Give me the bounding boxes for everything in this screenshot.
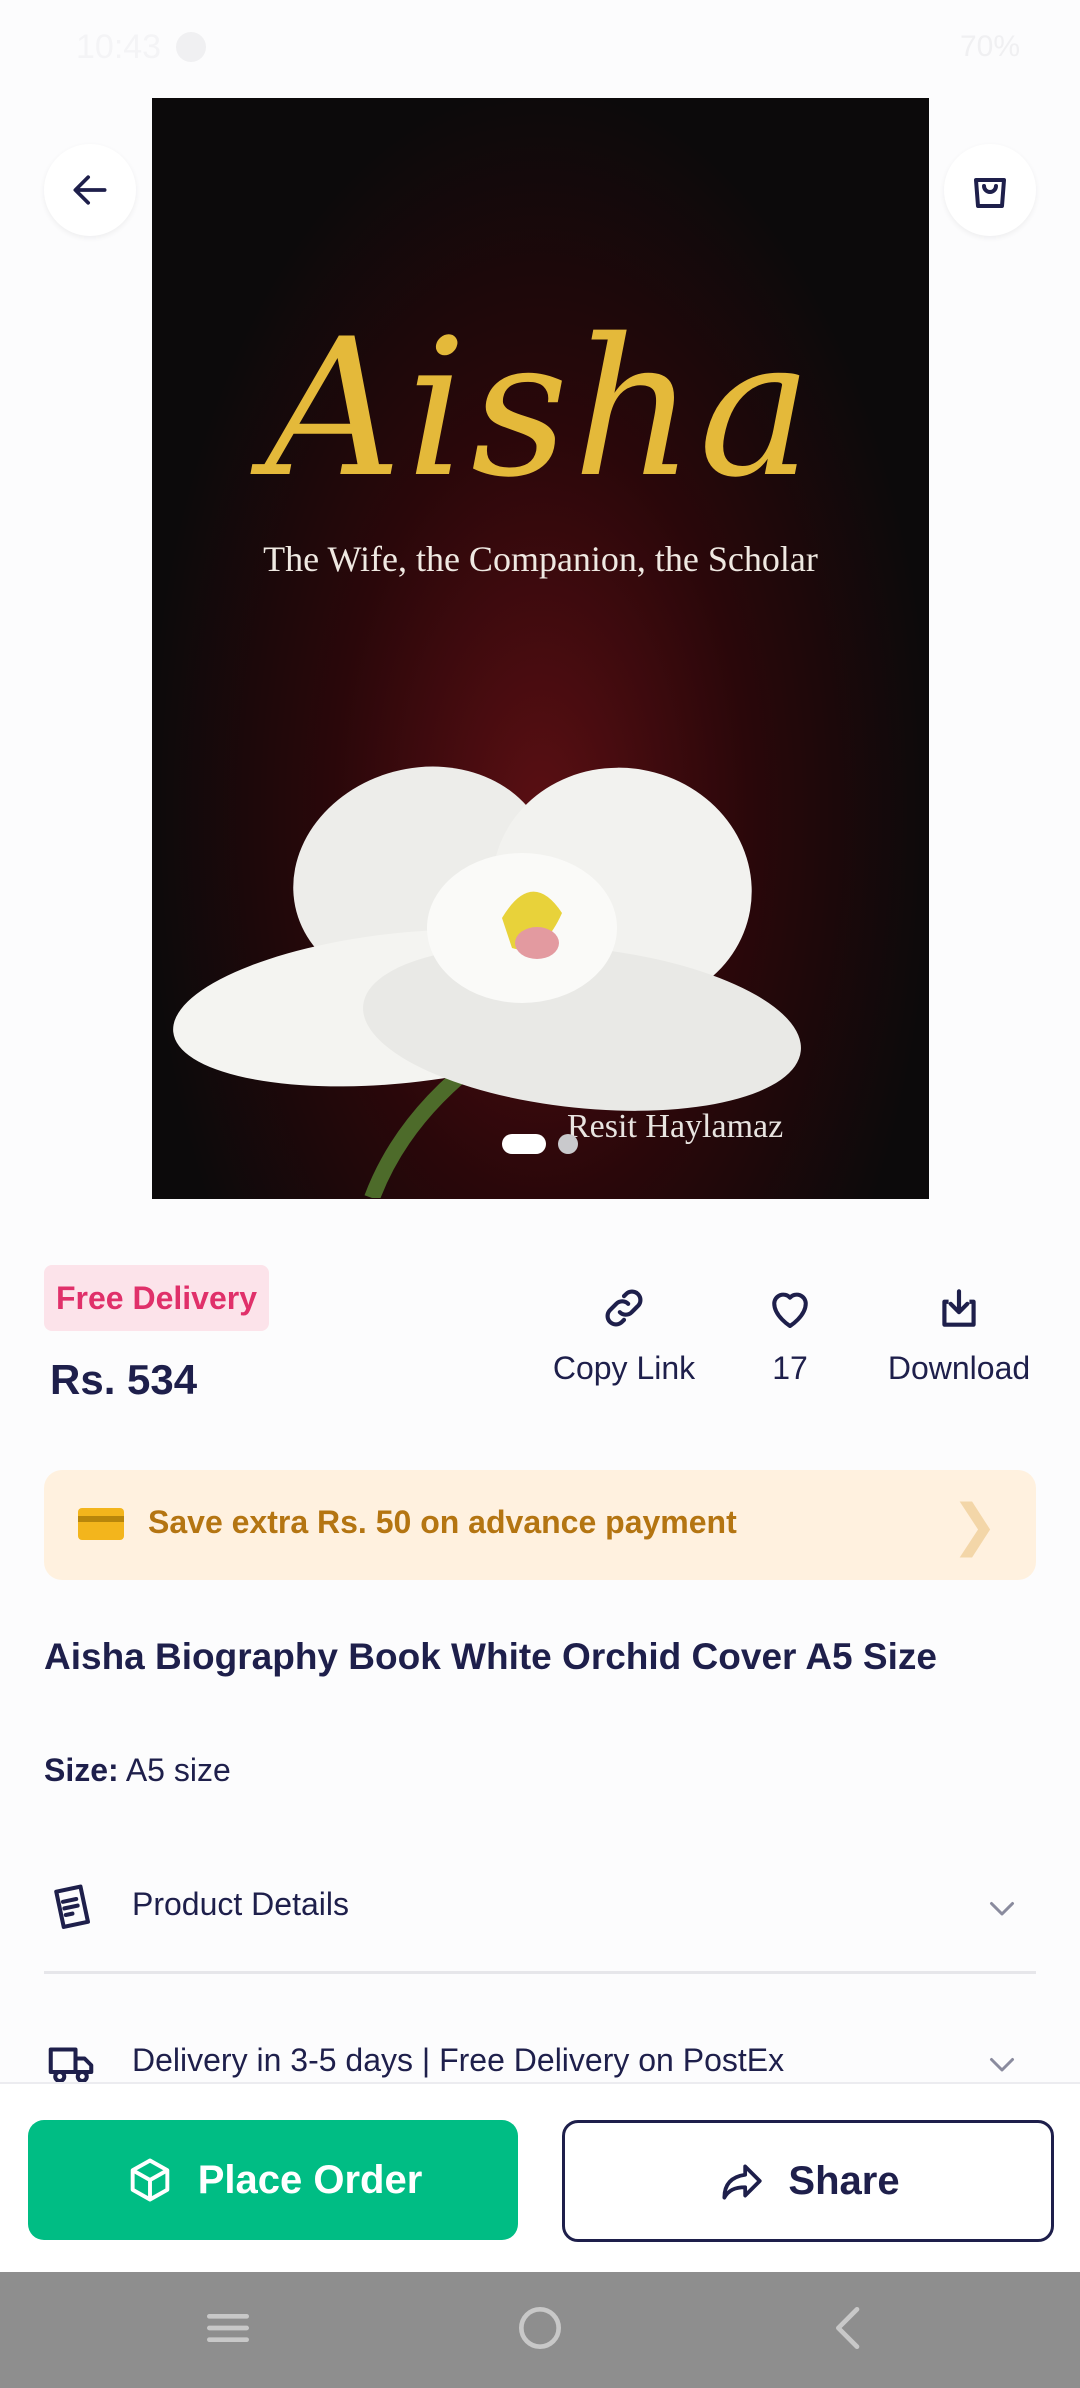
back-button[interactable] [44,144,136,236]
battery-level: 70% [959,30,1020,63]
product-title: Aisha Biography Book White Orchid Cover … [44,1636,937,1677]
copy-link-button[interactable]: Copy Link [540,1280,708,1387]
status-time: 10:43 [76,28,162,66]
share-arrow-icon [722,2164,763,2200]
like-count: 17 [772,1350,808,1386]
image-pager[interactable] [502,1134,578,1154]
system-nav-bar [0,2272,1080,2388]
home-icon[interactable] [512,2300,568,2356]
pager-dot-active[interactable] [502,1134,546,1154]
delivery-label: Delivery in 3-5 days | Free Delivery on … [132,2042,785,2078]
cover-author: Resit Haylamaz [567,1108,784,1145]
like-button[interactable]: 17 [735,1280,845,1387]
pager-dot[interactable] [558,1134,578,1154]
download-icon [942,1289,976,1327]
advance-payment-banner[interactable]: Save extra Rs. 50 on advance payment ❯ [44,1470,1036,1580]
link-icon [605,1289,643,1327]
divider [44,1971,1036,1974]
size-row: Size: A5 size [44,1752,231,1789]
share-button[interactable]: Share [562,2120,1054,2242]
back-nav-icon[interactable] [822,2300,878,2356]
chevron-down-icon [990,2058,1014,2072]
place-order-label: Place Order [197,2157,423,2202]
chevron-down-icon [990,1902,1014,1916]
recent-apps-icon[interactable] [200,2300,256,2356]
size-label: Size: [44,1752,119,1788]
cover-subtitle: The Wife, the Companion, the Scholar [263,539,818,579]
orchid-illustration [173,766,801,1198]
notification-icon [176,32,206,62]
package-icon [130,2158,169,2202]
cart-button[interactable] [944,144,1036,236]
product-details-accordion[interactable]: Product Details [44,1880,1036,1940]
credit-card-icon [78,1508,124,1540]
free-delivery-badge: Free Delivery [44,1265,270,1331]
chevron-right-icon: ❯ [951,1493,998,1556]
size-value: A5 size [125,1752,231,1788]
promo-text: Save extra Rs. 50 on advance payment [148,1504,737,1540]
shopping-bag-icon [974,178,1006,208]
product-price: Rs. 534 [50,1356,198,1403]
share-label: Share [788,2158,900,2203]
product-details-label: Product Details [132,1886,349,1922]
download-label: Download [887,1350,1031,1386]
document-icon [54,1884,90,1929]
copy-link-label: Copy Link [552,1350,696,1386]
download-button[interactable]: Download [875,1280,1043,1387]
product-image[interactable]: Aisha The Wife, the Companion, the Schol… [152,98,929,1199]
status-bar: 10:43 70% [0,0,1080,96]
heart-icon [772,1292,808,1329]
place-order-button[interactable]: Place Order [28,2120,518,2240]
cover-title: Aisha [264,298,817,519]
arrow-left-icon [73,175,107,205]
